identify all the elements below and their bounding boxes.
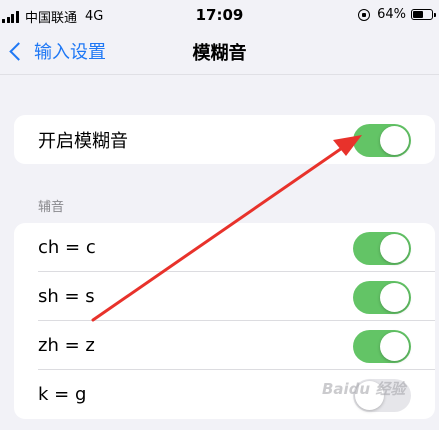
annotation-arrow [91,135,362,322]
watermark-logo: Baidu 经验 [322,380,406,398]
arrow-shaft [91,144,347,322]
